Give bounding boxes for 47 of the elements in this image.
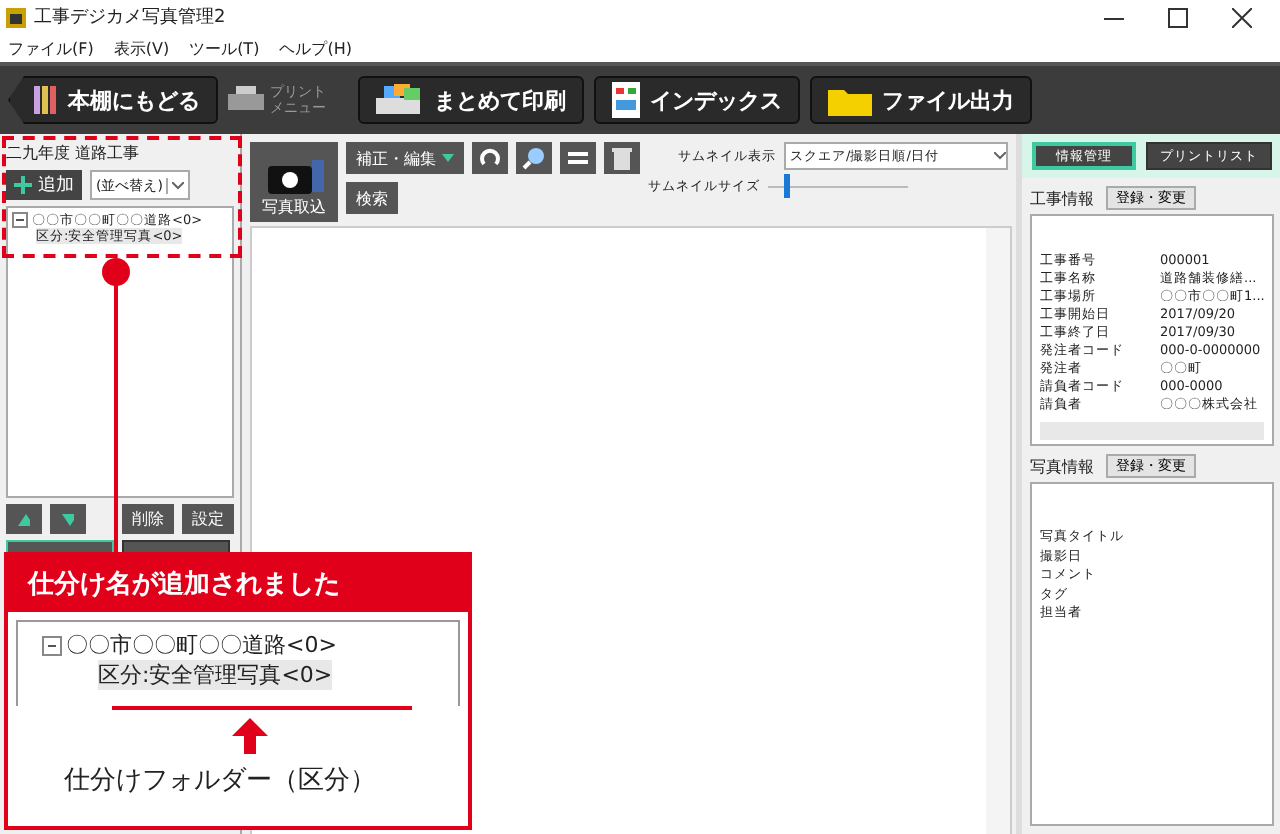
collapse-toggle-icon[interactable]	[12, 212, 28, 228]
menu-item[interactable]: ファイル(F)	[8, 37, 94, 59]
move-up-button[interactable]	[6, 504, 42, 534]
printer-icon	[376, 84, 424, 116]
maximize-icon[interactable]	[1168, 7, 1188, 27]
toolbar-button[interactable]: インデックス	[594, 76, 800, 124]
printer-icon	[228, 86, 264, 114]
callout-caption: 仕分けフォルダー（区分）	[62, 764, 378, 798]
project-title: 二九年度 道路工事	[6, 142, 142, 164]
menu-item[interactable]: 表示(V)	[113, 37, 170, 59]
vertical-scrollbar[interactable]	[986, 228, 1010, 834]
camera-icon	[264, 156, 324, 196]
close-icon[interactable]	[1232, 7, 1252, 27]
import-photos-button[interactable]: 写真取込	[250, 142, 338, 222]
rotate-icon[interactable]	[472, 142, 508, 174]
toolbar-button[interactable]: ファイル出力	[810, 76, 1032, 124]
triangle-down-icon	[62, 513, 74, 525]
plus-icon	[14, 176, 32, 194]
chevron-down-icon	[994, 152, 1006, 160]
triangle-up-icon	[18, 513, 30, 525]
edit-menu-button[interactable]: 補正・編集	[346, 142, 464, 174]
trash-icon[interactable]	[604, 142, 640, 174]
move-down-button[interactable]	[50, 504, 86, 534]
panel-button[interactable]: 削除	[122, 504, 174, 534]
caret-icon	[442, 154, 454, 162]
chevron-down-icon	[172, 181, 185, 189]
search-icon[interactable]	[516, 142, 552, 174]
window-title: 工事デジカメ写真管理2	[34, 5, 226, 30]
tree-item[interactable]: 〇〇市〇〇町〇〇道路<0>	[66, 630, 337, 660]
collapse-toggle-icon[interactable]	[42, 635, 62, 655]
search-button[interactable]: 検索	[346, 182, 398, 214]
document-icon	[612, 82, 640, 118]
slider-thumb[interactable]	[784, 174, 791, 198]
app-icon	[6, 7, 26, 27]
callout-title: 仕分け名が追加されました	[8, 556, 468, 612]
toolbar-button[interactable]: まとめて印刷	[358, 76, 584, 124]
menu-item[interactable]: ツール(T)	[189, 37, 260, 59]
back-button[interactable]: 本棚にもどる	[8, 76, 218, 124]
panel-button[interactable]: 設定	[182, 504, 234, 534]
arrow-icon	[232, 718, 268, 754]
bookshelf-icon	[34, 86, 58, 114]
section-heading: 工事情報	[1030, 187, 1094, 209]
tree-item[interactable]: 区分:安全管理写真<0>	[98, 660, 333, 690]
section-heading: 写真情報	[1030, 455, 1094, 477]
add-button[interactable]: 追加	[6, 170, 82, 200]
folder-icon	[828, 84, 872, 116]
menu-item[interactable]: ヘルプ(H)	[279, 37, 352, 59]
